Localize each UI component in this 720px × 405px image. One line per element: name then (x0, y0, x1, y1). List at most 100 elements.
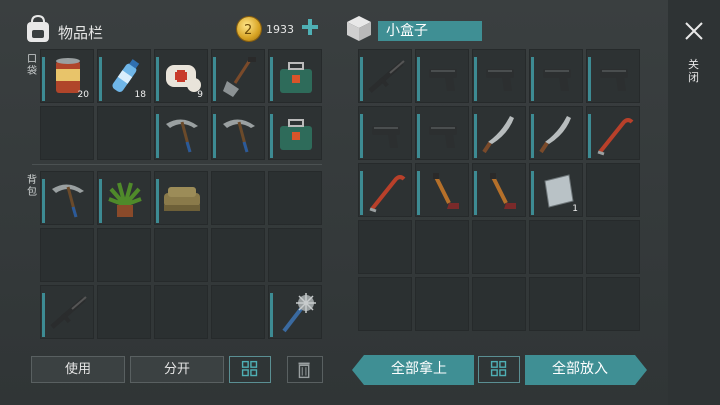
durability-bar (213, 57, 216, 101)
inventory-slot[interactable] (211, 49, 265, 103)
add-currency-button[interactable] (300, 17, 320, 37)
durability-bar (417, 57, 420, 101)
inventory-slot[interactable] (415, 106, 469, 160)
empty-slot[interactable] (472, 220, 526, 274)
inventory-slot[interactable] (268, 285, 322, 339)
empty-slot[interactable] (415, 277, 469, 331)
empty-slot[interactable] (211, 285, 265, 339)
inventory-slot[interactable] (268, 49, 322, 103)
empty-slot[interactable] (358, 277, 412, 331)
inventory-slot[interactable] (529, 49, 583, 103)
inventory-slot[interactable] (415, 163, 469, 217)
inventory-slot[interactable]: 1 (529, 163, 583, 217)
durability-bar (474, 114, 477, 158)
rifle-icon (368, 60, 405, 93)
backpack-icon (27, 14, 49, 42)
durability-bar (99, 179, 102, 223)
durability-bar (474, 171, 477, 215)
item-quantity: 20 (77, 90, 89, 100)
inventory-slot[interactable]: 9 (154, 49, 208, 103)
inventory-slot[interactable]: 20 (40, 49, 94, 103)
split-button[interactable]: 分开 (130, 356, 224, 383)
durability-bar (531, 57, 534, 101)
sort-inventory-button[interactable] (229, 356, 271, 383)
durability-bar (270, 293, 273, 337)
rifle-icon (50, 296, 87, 329)
empty-slot[interactable] (586, 163, 640, 217)
use-button[interactable]: 使用 (31, 356, 125, 383)
empty-slot[interactable] (211, 171, 265, 225)
inventory-slot[interactable] (472, 106, 526, 160)
close-icon[interactable] (683, 20, 705, 42)
item-quantity: 18 (134, 90, 146, 100)
inventory-slot[interactable] (472, 49, 526, 103)
trash-icon (298, 362, 310, 379)
pistol-icon (600, 69, 628, 91)
grid-icon (490, 360, 507, 377)
toolbox-icon (280, 119, 312, 150)
inventory-slot[interactable] (97, 171, 151, 225)
durability-bar (360, 57, 363, 101)
inventory-slot[interactable] (154, 106, 208, 160)
pistol-icon (429, 69, 457, 91)
inventory-slot[interactable] (586, 49, 640, 103)
empty-slot[interactable] (415, 220, 469, 274)
empty-slot[interactable] (268, 228, 322, 282)
inventory-slot[interactable] (472, 163, 526, 217)
take-all-button[interactable]: 全部拿上 (364, 355, 474, 384)
durability-bar (42, 179, 45, 223)
crowbar-icon (369, 175, 406, 213)
empty-slot[interactable] (40, 106, 94, 160)
pistol-icon (543, 69, 571, 91)
durability-bar (531, 114, 534, 158)
currency-amount: 1933 (266, 23, 294, 36)
empty-slot[interactable] (211, 228, 265, 282)
durability-bar (156, 114, 159, 158)
grid-icon (241, 360, 258, 377)
inventory-slot[interactable] (268, 106, 322, 160)
hockey-stick-icon (490, 173, 516, 209)
backpack-label: 背包 (27, 175, 37, 198)
empty-slot[interactable] (586, 220, 640, 274)
durability-bar (99, 57, 102, 101)
inventory-slot[interactable] (415, 49, 469, 103)
empty-slot[interactable] (358, 220, 412, 274)
spiked-club-icon (282, 293, 316, 333)
pocket-grid: 20 18 9 (40, 49, 322, 160)
inventory-slot[interactable] (358, 49, 412, 103)
empty-slot[interactable] (97, 285, 151, 339)
inventory-slot[interactable]: 18 (97, 49, 151, 103)
durability-bar (270, 114, 273, 158)
durability-bar (417, 171, 420, 215)
discard-button[interactable] (287, 356, 323, 383)
pickaxe-icon (52, 184, 84, 218)
empty-slot[interactable] (586, 277, 640, 331)
empty-slot[interactable] (529, 220, 583, 274)
inventory-slot[interactable] (586, 106, 640, 160)
inventory-slot[interactable] (40, 285, 94, 339)
empty-slot[interactable] (97, 228, 151, 282)
sort-container-button[interactable] (478, 356, 520, 383)
empty-slot[interactable] (40, 228, 94, 282)
durability-bar (156, 179, 159, 223)
inventory-slot[interactable] (211, 106, 265, 160)
inventory-slot[interactable] (358, 163, 412, 217)
empty-slot[interactable] (268, 171, 322, 225)
machete-icon (482, 116, 514, 154)
close-label[interactable]: 关闭 (688, 58, 700, 84)
durability-bar (474, 57, 477, 101)
backpack-grid (40, 171, 322, 339)
pocket-label: 口袋 (27, 54, 37, 77)
inventory-slot[interactable] (529, 106, 583, 160)
empty-slot[interactable] (472, 277, 526, 331)
inventory-slot[interactable] (40, 171, 94, 225)
empty-slot[interactable] (529, 277, 583, 331)
toolbox-icon (280, 62, 312, 93)
empty-slot[interactable] (154, 228, 208, 282)
put-all-button[interactable]: 全部放入 (525, 355, 635, 384)
pickaxe-icon (223, 119, 255, 153)
empty-slot[interactable] (97, 106, 151, 160)
inventory-slot[interactable] (358, 106, 412, 160)
empty-slot[interactable] (154, 285, 208, 339)
inventory-slot[interactable] (154, 171, 208, 225)
